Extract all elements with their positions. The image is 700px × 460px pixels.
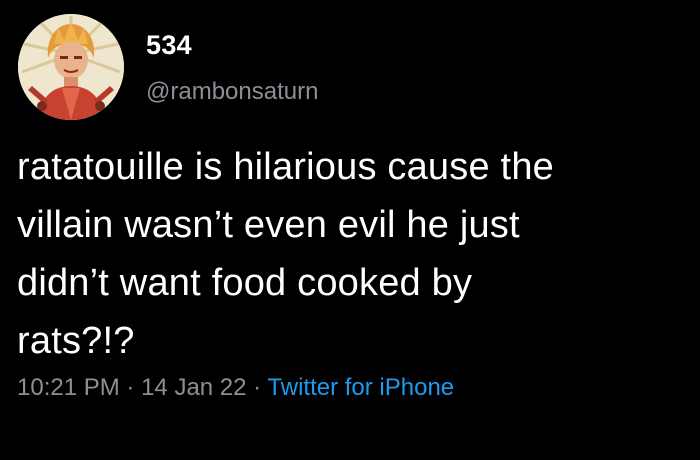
meta-separator: · (126, 374, 135, 401)
meta-separator: · (253, 374, 262, 401)
tweet-time[interactable]: 10:21 PM (17, 374, 120, 401)
tweet-text: ratatouille is hilarious cause the villa… (17, 138, 687, 370)
display-name[interactable]: 534 (146, 30, 192, 61)
user-avatar[interactable] (18, 14, 124, 120)
tweet-date[interactable]: 14 Jan 22 (141, 374, 246, 401)
tweet-metadata: 10:21 PM · 14 Jan 22 · Twitter for iPhon… (17, 374, 454, 402)
tweet-text-line: villain wasn’t even evil he just (17, 204, 520, 246)
tweet-text-line: ratatouille is hilarious cause the (17, 146, 554, 188)
tweet-text-line: rats?!? (17, 320, 135, 362)
avatar-artwork-icon (18, 14, 124, 120)
tweet-text-line: didn’t want food cooked by (17, 262, 473, 304)
tweet-card: 534 @rambonsaturn ratatouille is hilario… (0, 0, 700, 460)
tweet-source-link[interactable]: Twitter for iPhone (267, 374, 454, 401)
user-handle[interactable]: @rambonsaturn (146, 78, 318, 106)
